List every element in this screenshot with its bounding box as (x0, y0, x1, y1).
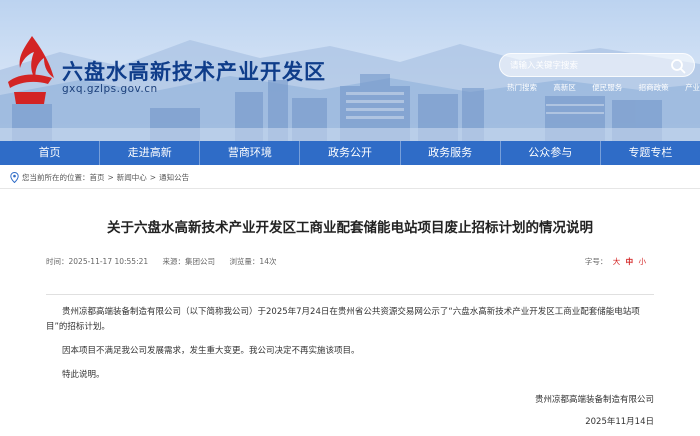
nav-item-special-topics[interactable]: 专题专栏 (601, 141, 700, 165)
font-size-large-button[interactable]: 大 (613, 257, 621, 266)
article-source: 来源：集团公司 (162, 257, 216, 266)
nav-item-government-services[interactable]: 政务服务 (401, 141, 501, 165)
nav-item-home[interactable]: 首页 (0, 141, 101, 165)
location-pin-icon (10, 172, 19, 183)
breadcrumb-separator: > (149, 173, 157, 182)
hot-word-link[interactable]: 招商政策 (639, 83, 669, 92)
search-input[interactable] (510, 58, 650, 74)
nav-item-about[interactable]: 走进高新 (100, 141, 201, 165)
breadcrumb-news-center[interactable]: 新闻中心 (117, 172, 147, 183)
font-size-label: 字号： (584, 257, 608, 266)
article-divider (46, 294, 654, 295)
article-time: 时间：2025-11-17 10:55:21 (46, 257, 149, 266)
search-icon[interactable] (670, 58, 686, 74)
main-nav: 首页 走进高新 营商环境 政务公开 政务服务 公众参与 专题专栏 (0, 141, 700, 165)
article-signer: 贵州凉都高端装备制造有限公司 (534, 395, 654, 405)
article-paragraph: 因本项目不满足我公司发展需求，发生重大变更。我公司决定不再实施该项目。 (62, 346, 360, 356)
article-body: 贵州凉都高端装备制造有限公司（以下简称我公司）于2025年7月24日在贵州省公共… (46, 305, 654, 392)
site-domain: gxq.gzlps.gov.cn (62, 83, 158, 95)
nav-item-business-environment[interactable]: 营商环境 (200, 141, 301, 165)
font-size-small-button[interactable]: 小 (639, 257, 647, 266)
font-size-medium-button[interactable]: 中 (626, 257, 634, 266)
article-sign-date: 2025年11月14日 (585, 417, 654, 427)
breadcrumb-notices[interactable]: 通知公告 (159, 172, 189, 183)
font-size-control: 字号： 大 中 小 (585, 256, 646, 267)
hot-word-link[interactable]: 产业布局 (685, 83, 700, 92)
nav-item-public-participation[interactable]: 公众参与 (501, 141, 601, 165)
breadcrumb-separator: > (107, 173, 114, 182)
breadcrumb-divider (0, 188, 700, 189)
site-logo[interactable] (4, 34, 56, 106)
search-box (499, 53, 695, 77)
header-banner: 六盘水高新技术产业开发区 gxq.gzlps.gov.cn 热门搜索 高新区 便… (0, 0, 700, 141)
breadcrumb-prefix: 您当前所在的位置： (22, 173, 90, 182)
article-views: 浏览量：14次 (229, 257, 277, 266)
breadcrumb-home[interactable]: 首页 (90, 172, 105, 183)
breadcrumb: 您当前所在的位置： 首页 > 新闻中心 > 通知公告 (10, 172, 189, 183)
article-paragraph: 贵州凉都高端装备制造有限公司（以下简称我公司）于2025年7月24日在贵州省公共… (46, 307, 640, 332)
hot-word-link[interactable]: 高新区 (553, 83, 576, 92)
article-meta: 时间：2025-11-17 10:55:21 来源：集团公司 浏览量：14次 (46, 256, 288, 267)
site-title: 六盘水高新技术产业开发区 (62, 60, 326, 84)
article-title: 关于六盘水高新技术产业开发区工商业配套储能电站项目废止招标计划的情况说明 (107, 220, 593, 236)
article-paragraph: 特此说明。 (62, 370, 105, 380)
hot-word-label: 热门搜索 (507, 83, 537, 92)
hot-word-link[interactable]: 便民服务 (592, 83, 622, 92)
hot-search-words: 热门搜索 高新区 便民服务 招商政策 产业布局 (507, 82, 700, 93)
nav-item-government-affairs[interactable]: 政务公开 (300, 141, 401, 165)
